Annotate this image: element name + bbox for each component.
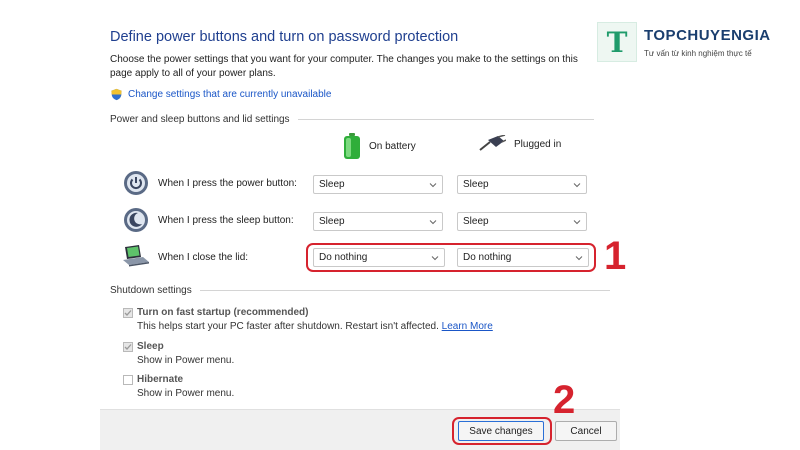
battery-icon xyxy=(344,133,360,159)
power-section-heading: Power and sleep buttons and lid settings xyxy=(110,114,594,125)
sleep-option-label: Sleep xyxy=(137,341,164,352)
chevron-down-icon xyxy=(573,219,581,224)
col-head-plugged: Plugged in xyxy=(478,135,561,153)
power-button-battery-value: Sleep xyxy=(319,179,345,190)
brand-logo-letter: T xyxy=(606,25,628,59)
fast-startup-label: Turn on fast startup (recommended) xyxy=(137,307,309,318)
chevron-down-icon xyxy=(573,182,581,187)
power-button-plugged-select[interactable]: Sleep xyxy=(457,175,587,194)
fast-startup-desc: This helps start your PC faster after sh… xyxy=(137,321,493,332)
sleep-option[interactable]: Sleep Show in Power menu. xyxy=(123,341,234,366)
shutdown-section-heading-text: Shutdown settings xyxy=(110,285,192,296)
col-plugged-label: Plugged in xyxy=(514,138,562,150)
hibernate-checkbox[interactable] xyxy=(123,375,133,385)
checkmark-icon xyxy=(124,344,132,350)
hibernate-option-desc: Show in Power menu. xyxy=(137,388,235,399)
sleep-button-plugged-select[interactable]: Sleep xyxy=(457,212,587,231)
fast-startup-option[interactable]: Turn on fast startup (recommended) This … xyxy=(123,307,493,332)
sleep-button-icon xyxy=(124,208,148,232)
save-button-highlight xyxy=(452,417,552,445)
fast-startup-checkbox[interactable] xyxy=(123,308,133,318)
power-button-label: When I press the power button: xyxy=(158,178,297,189)
sleep-button-battery-select[interactable]: Sleep xyxy=(313,212,443,231)
brand-logo-icon: T xyxy=(597,22,637,62)
cancel-button[interactable]: Cancel xyxy=(555,421,617,441)
sleep-button-label: When I press the sleep button: xyxy=(158,215,294,226)
lid-settings-highlight xyxy=(306,243,596,272)
left-margin xyxy=(0,0,100,450)
shutdown-section-heading: Shutdown settings xyxy=(110,285,610,296)
page-title: Define power buttons and turn on passwor… xyxy=(110,29,459,45)
page-description: Choose the power settings that you want … xyxy=(110,54,578,79)
step-2-marker: 2 xyxy=(553,378,576,422)
step-1-marker: 1 xyxy=(604,234,627,278)
power-plug-icon xyxy=(479,135,506,151)
brand-tagline: Tư vấn từ kinh nghiệm thực tế xyxy=(644,48,752,58)
col-battery-label: On battery xyxy=(369,140,416,152)
power-section-heading-text: Power and sleep buttons and lid settings xyxy=(110,114,290,125)
sleep-button-battery-value: Sleep xyxy=(319,216,345,227)
power-button-plugged-value: Sleep xyxy=(463,179,489,190)
col-head-battery: On battery xyxy=(343,133,416,159)
learn-more-link[interactable]: Learn More xyxy=(442,321,493,332)
brand-name: TOPCHUYENGIA xyxy=(644,26,771,44)
brand-watermark: T TOPCHUYENGIA Tư vấn từ kinh nghiệm thự… xyxy=(597,22,771,62)
close-lid-label: When I close the lid: xyxy=(158,252,249,263)
sleep-button-plugged-value: Sleep xyxy=(463,216,489,227)
fast-startup-desc-text: This helps start your PC faster after sh… xyxy=(137,321,439,332)
sleep-option-desc: Show in Power menu. xyxy=(137,355,235,366)
chevron-down-icon xyxy=(429,182,437,187)
checkmark-icon xyxy=(124,310,132,316)
power-button-battery-select[interactable]: Sleep xyxy=(313,175,443,194)
unavailable-settings-link-row[interactable]: Change settings that are currently unava… xyxy=(110,88,331,101)
change-unavailable-settings-link[interactable]: Change settings that are currently unava… xyxy=(128,89,331,100)
divider xyxy=(297,119,594,120)
hibernate-option-label: Hibernate xyxy=(137,374,184,385)
uac-shield-icon xyxy=(111,88,122,101)
chevron-down-icon xyxy=(429,219,437,224)
power-button-icon xyxy=(124,171,148,195)
laptop-lid-icon xyxy=(123,245,149,267)
divider xyxy=(199,290,610,291)
sleep-checkbox[interactable] xyxy=(123,342,133,352)
hibernate-option[interactable]: Hibernate Show in Power menu. xyxy=(123,374,234,399)
